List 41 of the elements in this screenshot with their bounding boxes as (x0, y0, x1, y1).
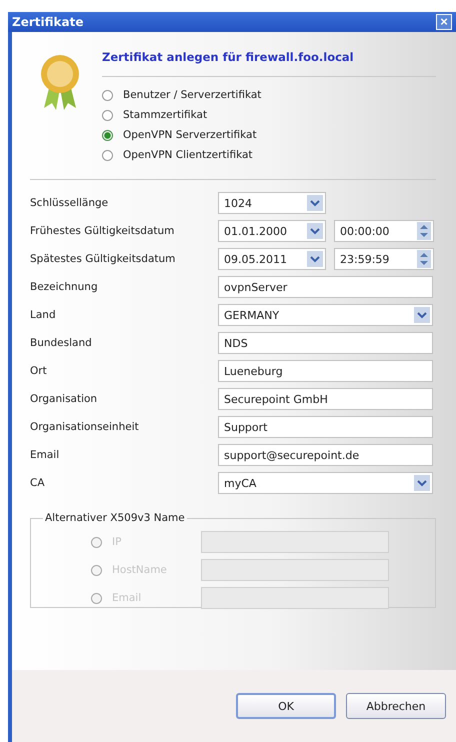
input-field[interactable]: support@securepoint.de (218, 444, 433, 466)
time-field[interactable]: 23:59:59 (334, 248, 434, 270)
field-label: Spätestes Gültigkeitsdatum (30, 253, 176, 265)
field-label: Bundesland (30, 337, 93, 349)
field-label: Frühestes Gültigkeitsdatum (30, 225, 176, 237)
radio-button[interactable] (102, 130, 113, 140)
dropdown[interactable]: 1024 (218, 192, 326, 214)
radio-label[interactable]: OpenVPN Serverzertifikat (123, 129, 257, 141)
spinner-icon[interactable] (417, 222, 431, 240)
dropdown[interactable]: GERMANY (218, 304, 433, 326)
input-field[interactable]: Securepoint GmbH (218, 388, 433, 410)
field-label: Bezeichnung (30, 281, 99, 293)
input-field[interactable]: Lueneburg (218, 360, 433, 382)
radio-label[interactable]: OpenVPN Clientzertifikat (123, 149, 253, 161)
dialog-heading: Zertifikat anlegen für firewall.foo.local (102, 50, 355, 66)
radio-label[interactable]: Stammzertifikat (123, 109, 208, 121)
input-field[interactable]: NDS (218, 332, 433, 354)
date-picker[interactable]: 09.05.2011 (218, 248, 326, 270)
spinner-icon[interactable] (417, 250, 431, 268)
field-label: Organisation (30, 393, 98, 405)
input-field[interactable]: Support (218, 416, 433, 438)
radio-button[interactable] (102, 150, 113, 160)
dialog-button[interactable]: Abbrechen (346, 693, 446, 719)
date-picker[interactable]: 01.01.2000 (218, 220, 326, 242)
field-label: Organisationseinheit (30, 421, 140, 433)
radio-button[interactable] (102, 110, 113, 120)
dropdown[interactable]: myCA (218, 472, 433, 494)
input-field[interactable]: ovpnServer (218, 276, 433, 298)
time-field[interactable]: 00:00:00 (334, 220, 434, 242)
radio-label[interactable]: Benutzer / Serverzertifikat (123, 89, 262, 101)
field-label: Email (30, 449, 60, 461)
field-label: Land (30, 309, 57, 321)
dialog-button[interactable]: OK (236, 693, 336, 719)
field-label: Schlüssellänge (30, 197, 110, 209)
close-button[interactable]: × (436, 14, 452, 30)
radio-button[interactable] (102, 90, 113, 100)
award-ribbon-icon (38, 54, 82, 112)
field-label: Ort (30, 365, 48, 377)
window-title: Zertifikate (12, 15, 84, 29)
group-title: Alternativer X509v3 Name (44, 512, 186, 524)
field-label: CA (30, 477, 46, 489)
